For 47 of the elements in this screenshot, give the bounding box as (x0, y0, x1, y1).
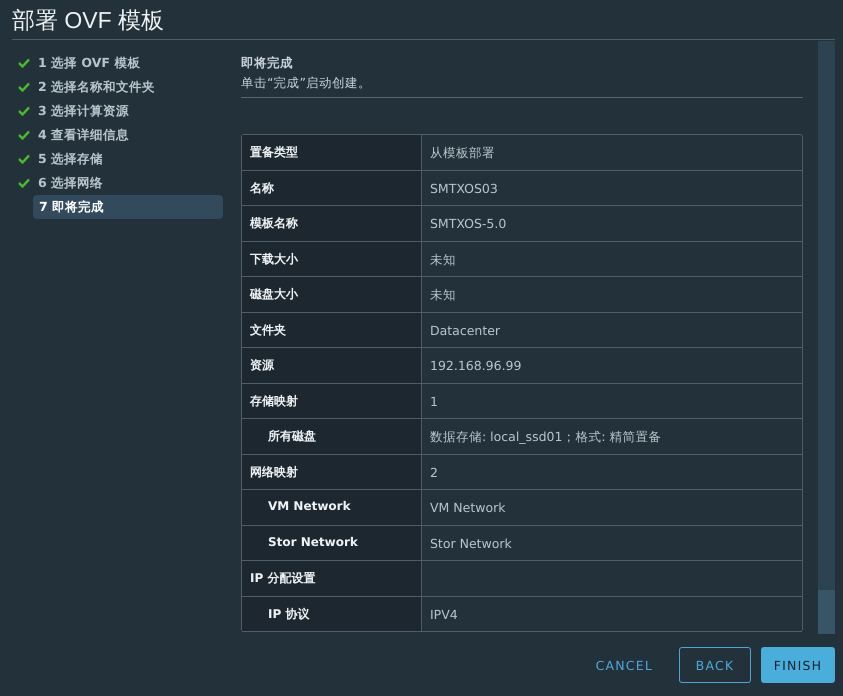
table-cell: 所有磁盘 (242, 419, 422, 454)
table-cell-text: IPV4 (429, 606, 459, 624)
table-cell-text: SMTXOS-5.0 (429, 215, 508, 233)
table-cell: VM Network (242, 490, 422, 524)
table-cell-text: 未知 (429, 250, 457, 268)
wizard-step[interactable]: 2 选择名称和文件夹 (18, 75, 223, 99)
checkmark-icon (18, 106, 30, 116)
checkmark-icon (18, 178, 30, 188)
checkmark-icon (18, 82, 30, 92)
table-cell-text: 数据存储: local_ssd01；格式: 精简置备 (429, 428, 663, 446)
table-cell-text: SMTXOS03 (429, 180, 499, 198)
checkmark-icon (18, 58, 30, 68)
checkmark-icon (18, 154, 30, 164)
back-button[interactable]: BACK (679, 647, 751, 683)
table-cell: IP 分配设置 (242, 561, 422, 596)
table-cell: Stor Network (242, 526, 422, 560)
scrollbar[interactable] (818, 41, 835, 634)
table-cell: 置备类型 (242, 135, 422, 170)
cancel-button[interactable]: CANCEL (580, 647, 669, 683)
wizard-step[interactable]: 6 选择网络 (18, 171, 223, 195)
wizard-step[interactable]: 1 选择 OVF 模板 (18, 51, 223, 75)
table-cell: 磁盘大小 (242, 277, 422, 312)
table-cell-text: Stor Network (429, 534, 513, 552)
section-heading: 即将完成 (241, 55, 294, 72)
wizard-step[interactable]: 4 查看详细信息 (18, 123, 223, 147)
table-cell: 下载大小 (242, 242, 422, 276)
table-cell: 文件夹 (242, 312, 422, 347)
wizard-step[interactable]: 5 选择存储 (18, 147, 223, 171)
finish-button[interactable]: FINISH (761, 647, 835, 683)
table-cell-text: 192.168.96.99 (429, 357, 522, 375)
checkmark-icon (18, 130, 30, 140)
table-cell: 模板名称 (242, 206, 422, 240)
table-cell-text: Datacenter (429, 322, 502, 340)
wizard-step[interactable]: 7 即将完成 (33, 195, 223, 219)
table-cell: 名称 (242, 170, 422, 205)
table-cell: 资源 (242, 348, 422, 382)
table-cell-text: VM Network (429, 499, 507, 517)
table-cell-text: 未知 (429, 286, 457, 304)
table-cell-text: 从模板部署 (429, 144, 496, 162)
table-cell-text: 1 (429, 392, 439, 410)
table-cell-text: 2 (429, 464, 439, 482)
wizard-step[interactable]: 3 选择计算资源 (18, 99, 223, 123)
section-description: 单击“完成”启动创建。 (241, 75, 372, 92)
window-title: 部署 OVF 模板 (12, 0, 835, 40)
table-cell: 存储映射 (242, 384, 422, 418)
table-cell: 网络映射 (242, 454, 422, 489)
table-cell: IP 协议 (242, 596, 422, 631)
